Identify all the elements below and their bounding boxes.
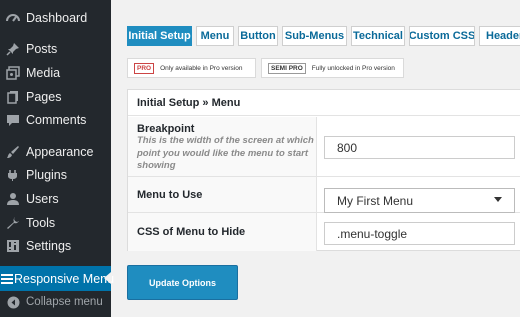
sidebar-item-media[interactable]: Media	[0, 61, 111, 85]
sidebar-item-dashboard[interactable]: Dashboard	[0, 6, 111, 30]
breakpoint-label: Breakpoint	[137, 123, 195, 135]
brush-icon	[0, 145, 26, 159]
collapse-menu-label: Collapse menu	[26, 296, 103, 308]
tab-custom-css[interactable]: Custom CSS	[409, 26, 475, 46]
pages-icon	[0, 90, 26, 104]
sidebar-item-label: Settings	[26, 239, 72, 253]
css-hide-label: CSS of Menu to Hide	[137, 226, 246, 238]
semi-pro-notice: SEMI PRO Fully unlocked in Pro version	[261, 58, 404, 78]
tab-initial-setup[interactable]: Initial Setup	[127, 26, 192, 46]
update-options-button[interactable]: Update Options	[127, 265, 238, 300]
sidebar-item-label: Plugins	[26, 168, 67, 182]
menu-to-use-label-cell: Menu to Use	[128, 177, 317, 212]
tab-menu[interactable]: Menu	[196, 26, 234, 46]
admin-sidebar: Dashboard Posts Media Pages Comments App…	[0, 0, 115, 317]
comments-icon	[0, 113, 26, 127]
sidebar-item-settings[interactable]: Settings	[0, 234, 111, 258]
tab-button[interactable]: Button	[238, 26, 278, 46]
sidebar-item-label: Posts	[26, 42, 58, 56]
semi-pro-notice-text: Fully unlocked in Pro version	[311, 64, 395, 72]
collapse-arrow-icon	[0, 296, 26, 309]
breakpoint-input[interactable]: 800	[324, 136, 515, 159]
sidebar-item-appearance[interactable]: Appearance	[0, 140, 111, 164]
panel-title: Initial Setup » Menu	[128, 90, 520, 116]
sidebar-item-posts[interactable]: Posts	[0, 37, 111, 61]
menu-to-use-value: My First Menu	[337, 193, 414, 208]
sidebar-item-comments[interactable]: Comments	[0, 108, 111, 132]
sidebar-item-label: Dashboard	[26, 11, 88, 25]
sidebar-item-label: Media	[26, 66, 61, 80]
css-hide-label-cell: CSS of Menu to Hide	[128, 213, 317, 251]
sidebar-item-label: Users	[26, 192, 59, 206]
tab-header[interactable]: Header	[479, 26, 520, 46]
css-hide-input[interactable]: .menu-toggle	[324, 222, 515, 245]
user-icon	[0, 192, 26, 206]
sidebar-item-label: Responsive Menu	[14, 271, 115, 286]
sidebar-item-label: Tools	[26, 216, 56, 230]
pin-icon	[0, 42, 26, 56]
tab-sub-menus[interactable]: Sub-Menus	[282, 26, 347, 46]
collapse-menu-button[interactable]: Collapse menu	[0, 290, 111, 314]
media-icon	[0, 66, 26, 80]
sidebar-item-label: Comments	[26, 113, 87, 127]
dashboard-icon	[0, 11, 26, 25]
settings-icon	[0, 239, 26, 253]
menu-icon	[0, 272, 14, 286]
plug-icon	[0, 168, 26, 182]
breakpoint-label-cell: Breakpoint This is the width of the scre…	[128, 117, 317, 176]
wrench-icon	[0, 216, 26, 230]
sidebar-item-plugins[interactable]: Plugins	[0, 163, 111, 187]
sidebar-item-label: Pages	[26, 90, 62, 104]
menu-to-use-select[interactable]: My First Menu	[324, 188, 515, 213]
chevron-down-icon	[494, 197, 502, 202]
pro-notice: PRO Only available in Pro version	[127, 58, 256, 78]
sidebar-item-pages[interactable]: Pages	[0, 85, 111, 109]
sidebar-item-users[interactable]: Users	[0, 187, 111, 211]
semi-pro-badge: SEMI PRO	[268, 62, 306, 74]
breakpoint-description: This is the width of the screen at which…	[137, 135, 314, 171]
pro-badge: PRO	[134, 62, 155, 74]
sidebar-item-label: Appearance	[26, 145, 94, 159]
pro-notice-text: Only available in Pro version	[160, 64, 243, 72]
menu-to-use-label: Menu to Use	[137, 188, 203, 201]
sidebar-item-responsive-menu[interactable]: Responsive Menu	[0, 266, 115, 291]
sidebar-item-tools[interactable]: Tools	[0, 211, 111, 235]
tab-technical[interactable]: Technical	[351, 26, 405, 46]
